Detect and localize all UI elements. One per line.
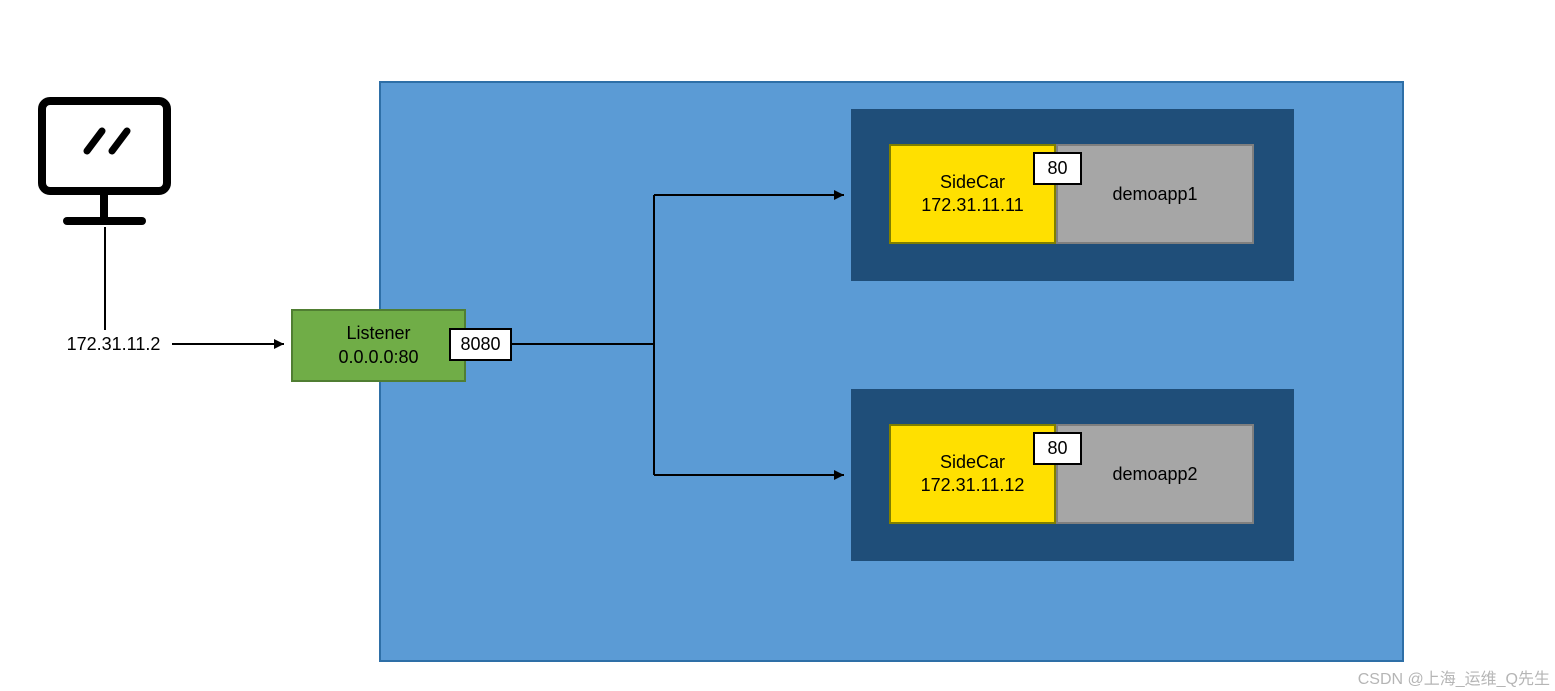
pod2-sidecar-title: SideCar xyxy=(940,451,1005,474)
pod1-sidecar: SideCar 172.31.11.11 xyxy=(889,144,1056,244)
listener-box: Listener 0.0.0.0:80 xyxy=(291,309,466,382)
watermark: CSDN @上海_运维_Q先生 xyxy=(1250,665,1550,689)
pod2-port-badge: 80 xyxy=(1033,432,1082,465)
listener-addr: 0.0.0.0:80 xyxy=(338,346,418,369)
pod2-port-text: 80 xyxy=(1047,438,1067,459)
pod1-sidecar-ip: 172.31.11.11 xyxy=(921,194,1023,217)
pod1-port-text: 80 xyxy=(1047,158,1067,179)
client-ip-label: 172.31.11.2 xyxy=(56,334,171,355)
listener-port-text: 8080 xyxy=(460,334,500,355)
client-ip-text: 172.31.11.2 xyxy=(67,334,161,354)
listener-port-badge: 8080 xyxy=(449,328,512,361)
monitor-icon xyxy=(37,96,172,227)
pod1-app-name: demoapp1 xyxy=(1112,184,1197,205)
pod2-app: demoapp2 xyxy=(1056,424,1254,524)
pod2-sidecar: SideCar 172.31.11.12 xyxy=(889,424,1056,524)
pod1-sidecar-title: SideCar xyxy=(940,171,1005,194)
pod1-app: demoapp1 xyxy=(1056,144,1254,244)
watermark-text: CSDN @上海_运维_Q先生 xyxy=(1358,671,1550,688)
pod2-sidecar-ip: 172.31.11.12 xyxy=(921,474,1025,497)
diagram-canvas: 172.31.11.2 Listener 0.0.0.0:80 8080 Sid… xyxy=(0,0,1555,691)
pod1-port-badge: 80 xyxy=(1033,152,1082,185)
listener-title: Listener xyxy=(346,322,410,345)
pod2-app-name: demoapp2 xyxy=(1112,464,1197,485)
